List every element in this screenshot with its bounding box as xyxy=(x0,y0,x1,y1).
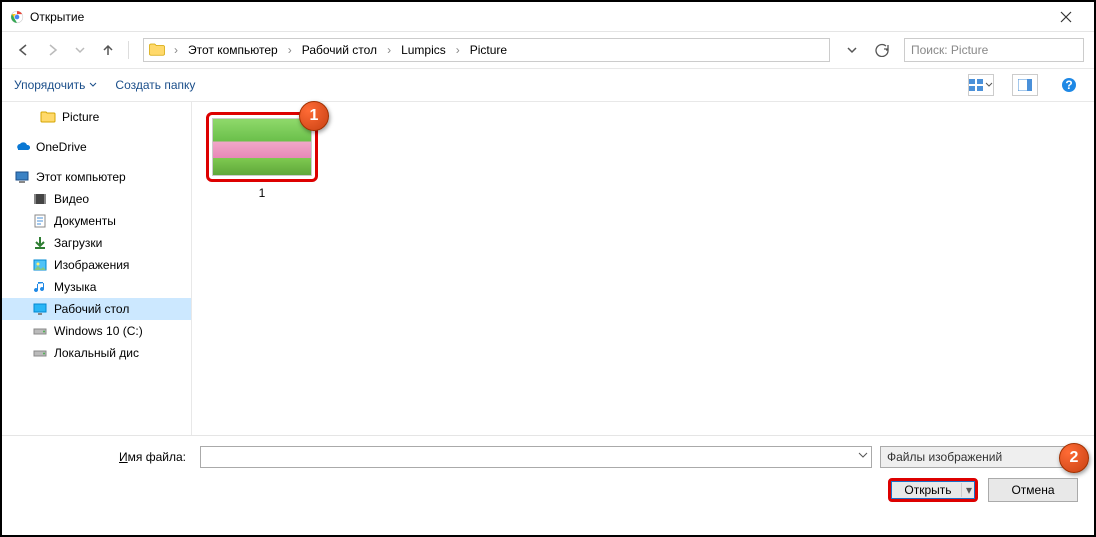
file-thumbnail: 1 xyxy=(206,112,318,182)
thumbnails-icon xyxy=(969,79,983,91)
new-folder-label: Создать папку xyxy=(115,78,195,92)
up-button[interactable] xyxy=(96,38,120,62)
refresh-icon xyxy=(875,43,889,57)
chevron-down-icon xyxy=(985,81,993,89)
images-icon xyxy=(32,257,48,273)
sidebar-item-label: Локальный дис xyxy=(54,346,139,360)
drive-icon xyxy=(32,323,48,339)
sidebar-item[interactable]: Изображения xyxy=(2,254,191,276)
chevron-down-icon xyxy=(89,81,97,89)
file-name: 1 xyxy=(259,186,266,200)
sidebar-item-label: Этот компьютер xyxy=(36,170,126,184)
chrome-icon xyxy=(10,10,24,24)
breadcrumb[interactable]: › Этот компьютер › Рабочий стол › Lumpic… xyxy=(143,38,830,62)
folder-icon xyxy=(148,41,166,59)
cancel-button[interactable]: Отмена xyxy=(988,478,1078,502)
docs-icon xyxy=(32,213,48,229)
forward-button[interactable] xyxy=(40,38,64,62)
separator xyxy=(128,41,129,59)
window-title: Открытие xyxy=(30,10,1046,24)
sidebar-item[interactable]: Рабочий стол xyxy=(2,298,191,320)
sidebar-item-label: Музыка xyxy=(54,280,96,294)
filename-input[interactable] xyxy=(200,446,872,468)
breadcrumb-segment[interactable]: Lumpics xyxy=(397,41,450,59)
titlebar: Открытие xyxy=(2,2,1094,32)
chevron-right-icon: › xyxy=(452,43,464,57)
filter-label: Файлы изображений xyxy=(887,450,1002,464)
file-type-filter[interactable]: Файлы изображений 2 xyxy=(880,446,1080,468)
sidebar-item[interactable]: Этот компьютер xyxy=(2,166,191,188)
filename-label: ИИмя файла:мя файла: xyxy=(2,450,192,464)
chevron-down-icon xyxy=(75,45,85,55)
video-icon xyxy=(32,191,48,207)
cancel-label: Отмена xyxy=(1011,483,1054,497)
arrow-left-icon xyxy=(17,43,31,57)
sidebar-item[interactable]: OneDrive xyxy=(2,136,191,158)
breadcrumb-segment[interactable]: Этот компьютер xyxy=(184,41,282,59)
new-folder-button[interactable]: Создать папку xyxy=(115,78,195,92)
organize-label: Упорядочить xyxy=(14,78,85,92)
toolbar: Упорядочить Создать папку ? xyxy=(2,68,1094,102)
dialog-body: Picture OneDrive Этот компьютер Видео Докуме… xyxy=(2,102,1094,435)
file-item[interactable]: 1 1 xyxy=(206,112,318,200)
sidebar-item-label: Windows 10 (C:) xyxy=(54,324,143,338)
sidebar-item[interactable]: Музыка xyxy=(2,276,191,298)
sidebar-item[interactable]: Windows 10 (C:) xyxy=(2,320,191,342)
preview-pane-button[interactable] xyxy=(1012,74,1038,96)
chevron-down-icon xyxy=(858,450,868,460)
onedrive-icon xyxy=(14,139,30,155)
sidebar-item-label: Рабочий стол xyxy=(54,302,129,316)
desktop-icon xyxy=(32,301,48,317)
sidebar-item[interactable]: Локальный дис xyxy=(2,342,191,364)
preview-pane-icon xyxy=(1018,79,1032,91)
breadcrumb-segment[interactable]: Picture xyxy=(466,41,511,59)
chevron-right-icon: › xyxy=(170,43,182,57)
file-list[interactable]: 1 1 xyxy=(192,102,1094,435)
open-label: Открыть xyxy=(904,483,951,497)
help-icon: ? xyxy=(1061,77,1077,93)
sidebar-item[interactable]: Загрузки xyxy=(2,232,191,254)
sidebar-item-label: Picture xyxy=(62,110,99,124)
sidebar-item[interactable]: Picture xyxy=(2,106,191,128)
sidebar-item-label: Документы xyxy=(54,214,116,228)
sidebar-item-label: OneDrive xyxy=(36,140,87,154)
sidebar-item[interactable]: Видео xyxy=(2,188,191,210)
sidebar: Picture OneDrive Этот компьютер Видео Докуме… xyxy=(2,102,192,435)
close-button[interactable] xyxy=(1046,3,1086,31)
help-button[interactable]: ? xyxy=(1056,74,1082,96)
breadcrumb-segment[interactable]: Рабочий стол xyxy=(298,41,381,59)
split-chevron-icon: ▾ xyxy=(961,483,972,497)
search-placeholder: Поиск: Picture xyxy=(911,43,988,57)
arrow-up-icon xyxy=(101,43,115,57)
bottom-bar: ИИмя файла:мя файла: Файлы изображений 2… xyxy=(2,435,1094,512)
pc-icon xyxy=(14,169,30,185)
close-icon xyxy=(1060,11,1072,23)
navbar: › Этот компьютер › Рабочий стол › Lumpic… xyxy=(2,32,1094,68)
chevron-down-icon xyxy=(847,45,857,55)
recent-dropdown[interactable] xyxy=(68,38,92,62)
arrow-right-icon xyxy=(45,43,59,57)
refresh-button[interactable] xyxy=(870,38,894,62)
sidebar-item-label: Загрузки xyxy=(54,236,102,250)
svg-text:?: ? xyxy=(1065,78,1072,92)
organize-button[interactable]: Упорядочить xyxy=(14,78,97,92)
chevron-right-icon: › xyxy=(383,43,395,57)
folder-icon xyxy=(40,109,56,125)
sidebar-item[interactable]: Документы xyxy=(2,210,191,232)
view-options-button[interactable] xyxy=(968,74,994,96)
downloads-icon xyxy=(32,235,48,251)
sidebar-item-label: Изображения xyxy=(54,258,129,272)
back-button[interactable] xyxy=(12,38,36,62)
chevron-right-icon: › xyxy=(284,43,296,57)
sidebar-item-label: Видео xyxy=(54,192,89,206)
thumbnail-image xyxy=(212,118,312,176)
callout-badge: 1 xyxy=(299,101,329,131)
music-icon xyxy=(32,279,48,295)
callout-badge: 2 xyxy=(1059,443,1089,473)
search-input[interactable]: Поиск: Picture xyxy=(904,38,1084,62)
drive-icon xyxy=(32,345,48,361)
open-button[interactable]: Открыть ▾ xyxy=(888,478,978,502)
breadcrumb-dropdown[interactable] xyxy=(840,38,864,62)
